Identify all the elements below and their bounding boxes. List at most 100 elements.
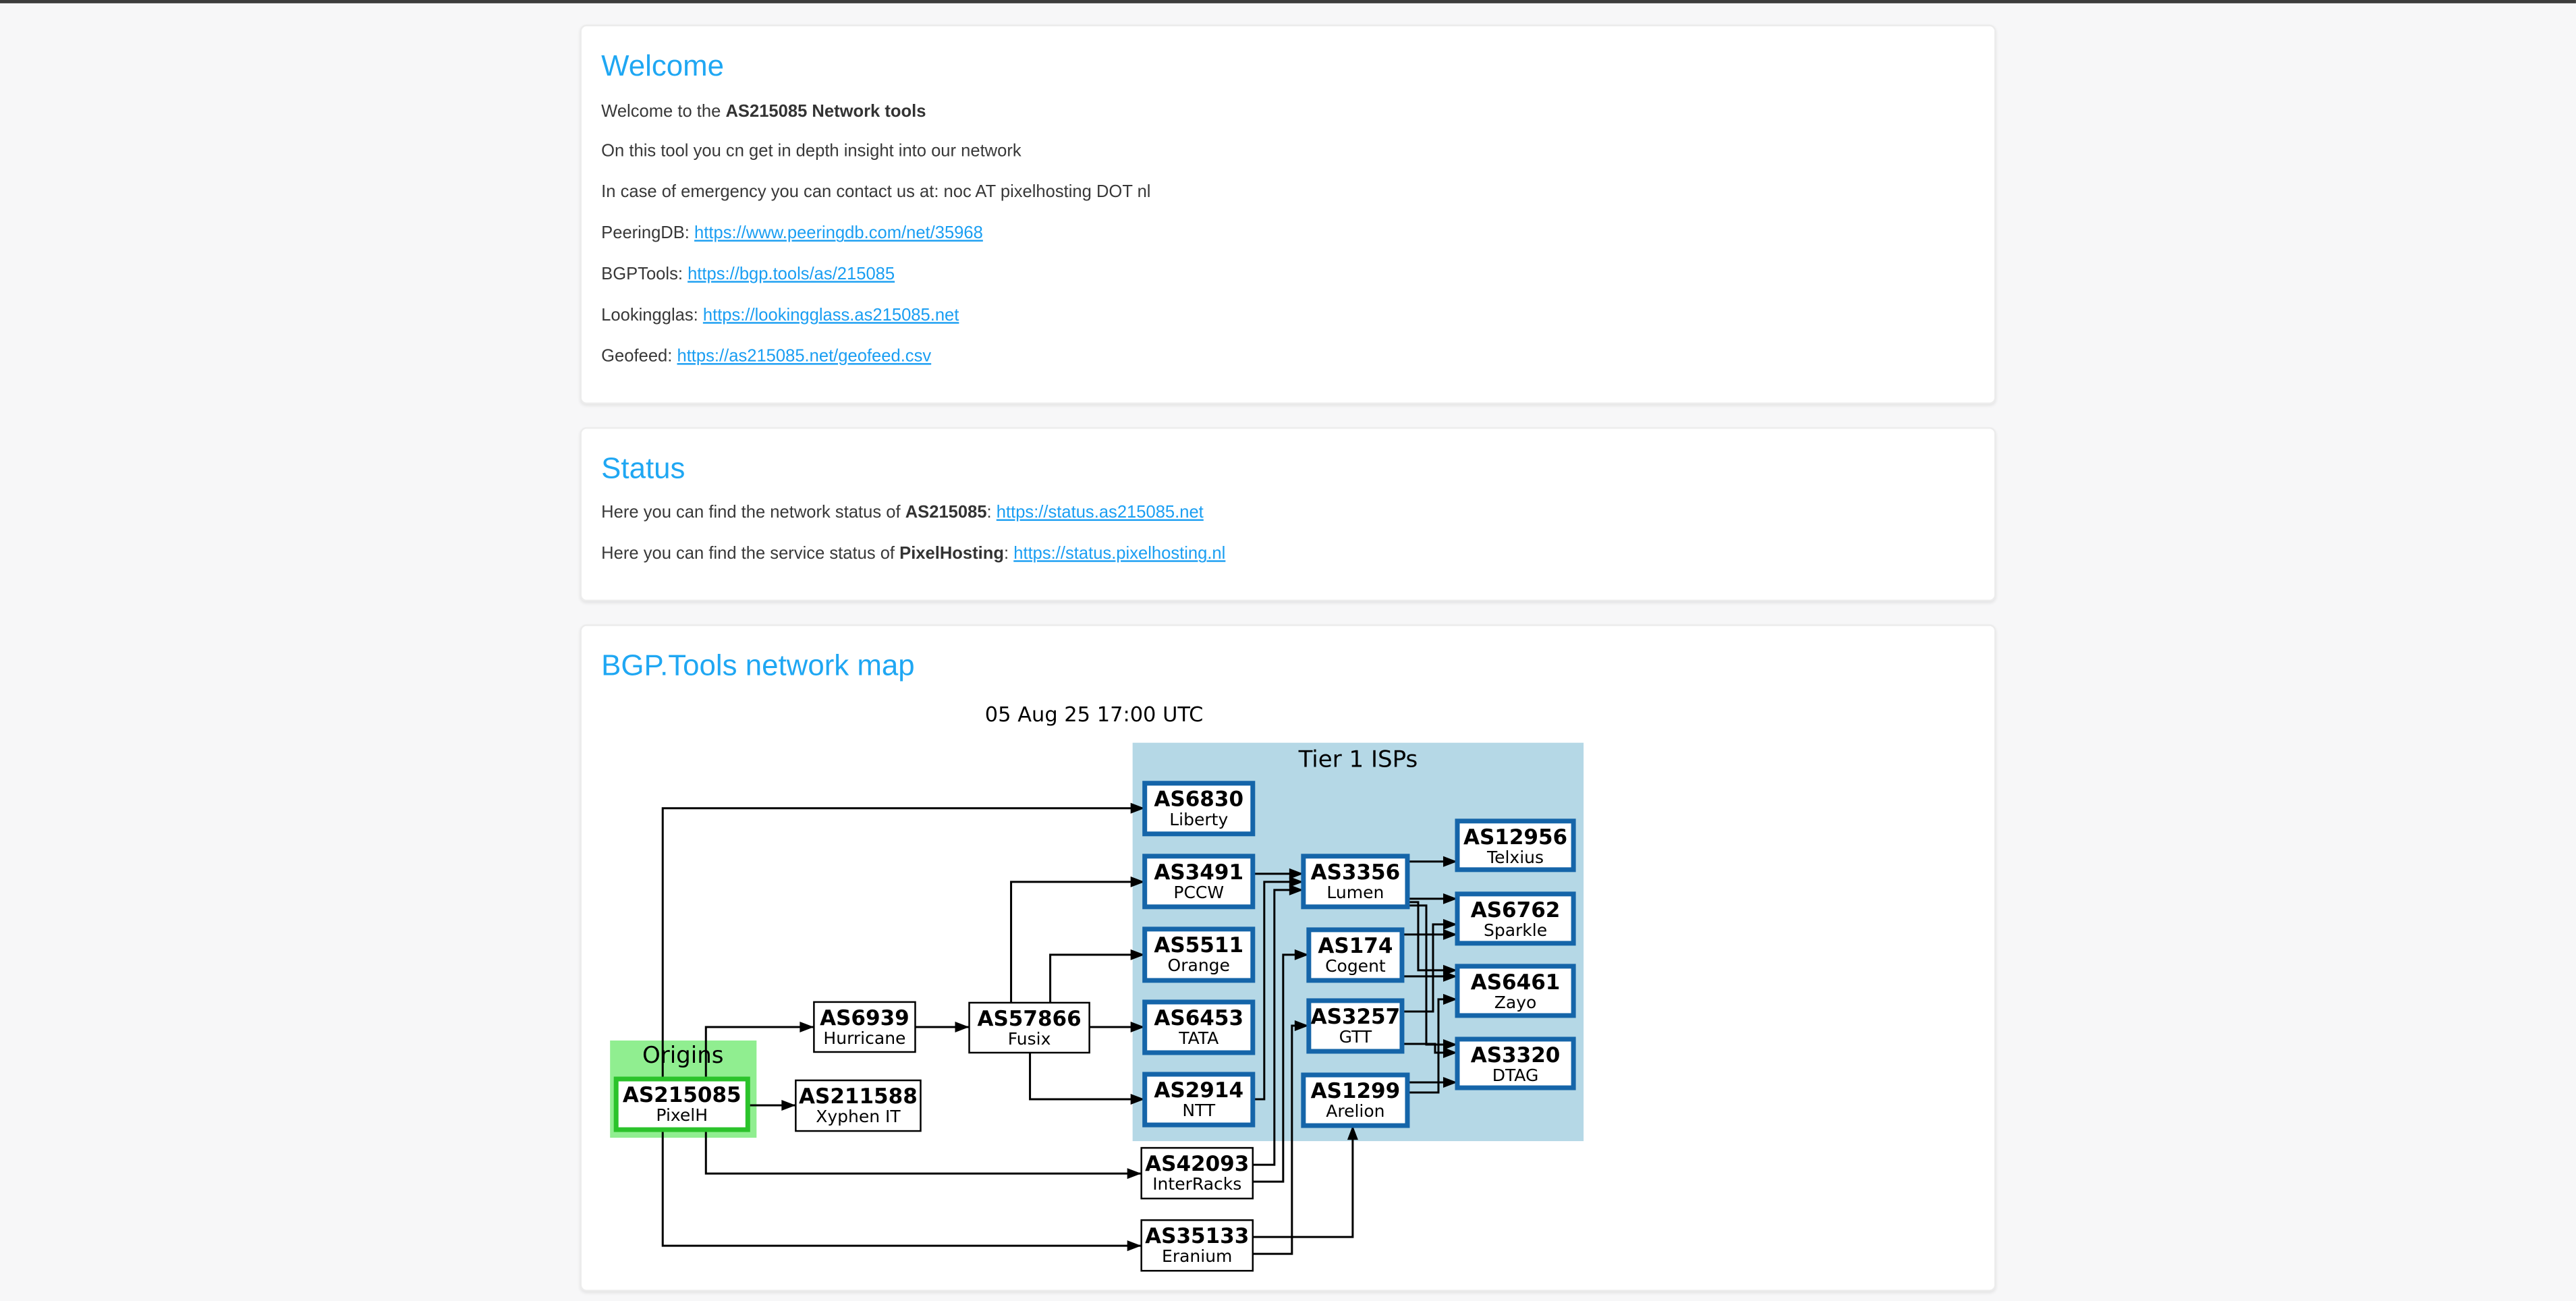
node-as211588: AS211588Xyphen IT	[795, 1080, 920, 1130]
svg-text:Zayo: Zayo	[1494, 992, 1537, 1012]
svg-text:PixelH: PixelH	[656, 1105, 708, 1124]
bgptools-label: BGPTools:	[601, 265, 688, 284]
map-timestamp: 05 Aug 25 17:00 UTC	[601, 701, 1587, 726]
svg-text:Arelion: Arelion	[1326, 1101, 1384, 1120]
svg-text:AS3257: AS3257	[1311, 1004, 1401, 1028]
welcome-line2: On this tool you cn get in depth insight…	[601, 142, 1975, 163]
service-status-link[interactable]: https://status.pixelhosting.nl	[1013, 544, 1225, 563]
welcome-line3: In case of emergency you can contact us …	[601, 183, 1975, 203]
node-as1299: AS1299Arelion	[1304, 1074, 1407, 1125]
bgp-network-map: 05 Aug 25 17:00 UTC Tier 1 ISPs Origins AS…	[601, 701, 1587, 1275]
lookingglass-row: Lookingglas: https://lookingglass.as2150…	[601, 306, 1975, 326]
svg-text:AS57866: AS57866	[977, 1006, 1081, 1030]
node-as6939: AS6939Hurricane	[814, 1001, 915, 1051]
service-status-prefix: Here you can find the service status of	[601, 544, 899, 563]
node-as5511: AS5511Orange	[1145, 929, 1253, 980]
svg-text:Fusix: Fusix	[1008, 1028, 1051, 1048]
bgptools-link[interactable]: https://bgp.tools/as/215085	[688, 265, 895, 284]
welcome-intro-bold: AS215085 Network tools	[725, 101, 926, 121]
svg-text:Telxius: Telxius	[1486, 847, 1544, 866]
node-as3356: AS3356Lumen	[1304, 856, 1407, 906]
svg-text:Eranium: Eranium	[1162, 1246, 1232, 1265]
svg-text:DTAG: DTAG	[1492, 1065, 1539, 1084]
svg-text:PCCW: PCCW	[1173, 882, 1224, 902]
network-status-prefix: Here you can find the network status of	[601, 503, 905, 523]
welcome-card: Welcome Welcome to the AS215085 Network …	[580, 25, 1996, 404]
node-as6461: AS6461Zayo	[1457, 966, 1573, 1015]
svg-text:Hurricane: Hurricane	[823, 1028, 905, 1047]
svg-text:NTT: NTT	[1182, 1100, 1216, 1119]
svg-text:Liberty: Liberty	[1169, 809, 1228, 829]
svg-text:AS6762: AS6762	[1471, 897, 1561, 922]
node-as3491: AS3491PCCW	[1145, 856, 1253, 906]
node-as42093: AS42093InterRacks	[1142, 1147, 1253, 1198]
bgptools-row: BGPTools: https://bgp.tools/as/215085	[601, 265, 1975, 285]
status-card: Status Here you can find the network sta…	[580, 426, 1996, 601]
svg-text:AS2914: AS2914	[1154, 1078, 1243, 1102]
map-card: BGP.Tools network map 05 Aug 25 17:00 UT…	[580, 624, 1996, 1291]
lookingglass-link[interactable]: https://lookingglass.as215085.net	[703, 306, 959, 325]
peeringdb-link[interactable]: https://www.peeringdb.com/net/35968	[694, 224, 983, 244]
lookingglass-label: Lookingglas:	[601, 306, 703, 325]
edge-as57866-to-as2914	[1030, 1052, 1145, 1099]
svg-text:AS6453: AS6453	[1154, 1005, 1243, 1030]
svg-text:Xyphen IT: Xyphen IT	[816, 1106, 901, 1126]
network-status-row: Here you can find the network status of …	[601, 503, 1975, 524]
node-as6762: AS6762Sparkle	[1457, 893, 1573, 943]
edge-as215085-to-as42093	[706, 1129, 1141, 1173]
svg-text:AS215085: AS215085	[623, 1082, 741, 1107]
svg-text:AS174: AS174	[1318, 933, 1393, 958]
svg-text:AS3491: AS3491	[1154, 860, 1243, 884]
content-column: Welcome Welcome to the AS215085 Network …	[580, 0, 1996, 1291]
svg-text:AS1299: AS1299	[1311, 1078, 1401, 1103]
geofeed-link[interactable]: https://as215085.net/geofeed.csv	[677, 346, 931, 366]
svg-text:AS6830: AS6830	[1154, 787, 1243, 811]
svg-text:Orange: Orange	[1168, 955, 1230, 974]
node-as3320: AS3320DTAG	[1457, 1039, 1573, 1087]
edge-as57866-to-as5511	[1051, 954, 1145, 1002]
status-title: Status	[601, 451, 1975, 487]
svg-text:AS6939: AS6939	[820, 1005, 909, 1030]
page: Welcome Welcome to the AS215085 Network …	[0, 0, 2576, 1301]
svg-text:Sparkle: Sparkle	[1484, 920, 1547, 939]
node-as2914: AS2914NTT	[1145, 1074, 1253, 1124]
welcome-title: Welcome	[601, 49, 1975, 85]
svg-text:AS12956: AS12956	[1463, 825, 1567, 849]
svg-text:AS42093: AS42093	[1145, 1151, 1249, 1175]
network-status-bold: AS215085	[905, 503, 987, 523]
network-status-link[interactable]: https://status.as215085.net	[997, 503, 1204, 523]
peeringdb-row: PeeringDB: https://www.peeringdb.com/net…	[601, 224, 1975, 244]
svg-text:AS3356: AS3356	[1311, 860, 1401, 884]
group-label-origins: Origins	[642, 1041, 724, 1068]
top-navbar	[0, 0, 2576, 4]
node-as12956: AS12956Telxius	[1457, 821, 1573, 869]
svg-text:AS6461: AS6461	[1471, 970, 1561, 994]
svg-text:AS3320: AS3320	[1471, 1043, 1561, 1067]
svg-text:InterRacks: InterRacks	[1152, 1173, 1241, 1193]
welcome-intro: Welcome to the AS215085 Network tools	[601, 101, 1975, 121]
bgp-network-map-svg: Tier 1 ISPs Origins AS215085PixelH AS211588…	[601, 734, 1587, 1275]
svg-text:Cogent: Cogent	[1325, 956, 1386, 975]
svg-text:Lumen: Lumen	[1326, 882, 1384, 902]
node-as35133: AS35133Eranium	[1142, 1219, 1253, 1270]
node-as174: AS174Cogent	[1309, 929, 1402, 980]
map-title: BGP.Tools network map	[601, 649, 1975, 685]
svg-text:AS5511: AS5511	[1154, 933, 1243, 957]
service-status-bold: PixelHosting	[899, 544, 1004, 563]
edge-as215085-to-as35133	[663, 1129, 1141, 1245]
node-as215085: AS215085PixelH	[616, 1078, 748, 1129]
geofeed-row: Geofeed: https://as215085.net/geofeed.cs…	[601, 346, 1975, 366]
welcome-intro-prefix: Welcome to the	[601, 101, 725, 121]
geofeed-label: Geofeed:	[601, 346, 677, 366]
node-as3257: AS3257GTT	[1309, 1000, 1402, 1051]
svg-text:TATA: TATA	[1178, 1028, 1219, 1047]
peeringdb-label: PeeringDB:	[601, 224, 694, 244]
node-as6453: AS6453TATA	[1145, 1001, 1253, 1052]
node-as6830: AS6830Liberty	[1145, 783, 1253, 833]
svg-text:GTT: GTT	[1339, 1026, 1372, 1046]
group-label-tier1: Tier 1 ISPs	[1298, 746, 1418, 773]
service-status-row: Here you can find the service status of …	[601, 544, 1975, 564]
edge-as57866-to-as3491	[1011, 881, 1145, 1002]
node-as57866: AS57866Fusix	[970, 1002, 1090, 1052]
svg-text:AS211588: AS211588	[799, 1084, 918, 1108]
